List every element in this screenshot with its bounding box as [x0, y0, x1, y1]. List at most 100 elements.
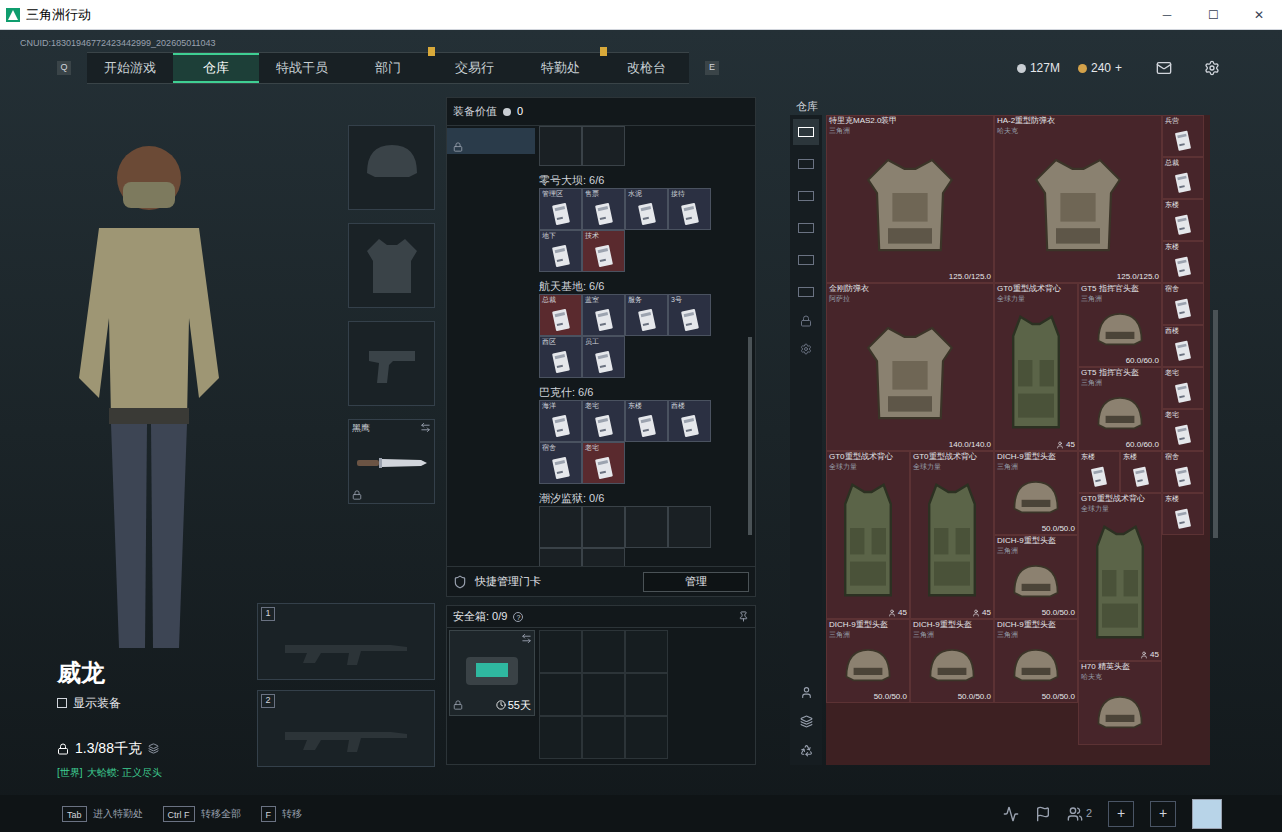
warehouse-item[interactable]: GT0重型战术背心全球力量45 — [910, 451, 994, 619]
operator-icon[interactable] — [800, 686, 813, 699]
keycard-slot[interactable]: 总裁 — [539, 294, 582, 336]
warehouse-item[interactable]: 总裁 — [1162, 157, 1204, 199]
keycard-slot[interactable]: 老宅 — [582, 442, 625, 484]
next-tab-key[interactable]: E — [705, 61, 719, 75]
warehouse-tab[interactable] — [793, 247, 819, 273]
safe-box-cell[interactable] — [539, 716, 582, 759]
nav-tab[interactable]: 部门 — [345, 53, 431, 83]
keycard-slot[interactable]: 西区 — [539, 336, 582, 378]
window-control-button[interactable]: ─ — [1144, 0, 1190, 30]
safe-box-cell[interactable] — [582, 673, 625, 716]
warehouse-item[interactable]: 东楼 — [1162, 493, 1204, 535]
keycard-slot[interactable]: 东楼 — [625, 400, 668, 442]
keycard-slot[interactable]: 服务 — [625, 294, 668, 336]
key-hint[interactable]: F转移 — [261, 806, 303, 822]
warehouse-item[interactable]: GT5 指挥官头盔三角洲60.0/60.0 — [1078, 283, 1162, 367]
warehouse-scrollbar[interactable] — [1213, 115, 1218, 765]
add-party-button[interactable]: + — [1108, 801, 1134, 827]
avatar[interactable] — [1192, 799, 1222, 829]
warehouse-item[interactable]: 老宅 — [1162, 409, 1204, 451]
help-button[interactable]: ? — [513, 612, 523, 622]
nav-tab[interactable]: 开始游戏 — [87, 53, 173, 83]
layers-icon[interactable] — [800, 715, 813, 728]
safe-box-cell[interactable] — [625, 716, 668, 759]
stats-icon[interactable] — [1003, 806, 1019, 822]
warehouse-item[interactable]: 宿舍 — [1162, 451, 1204, 493]
friends-button[interactable]: 2 — [1067, 805, 1092, 822]
warehouse-tab[interactable] — [793, 279, 819, 305]
warehouse-item[interactable]: GT0重型战术背心全球力量45 — [994, 283, 1078, 451]
warehouse-item[interactable]: DICH-9重型头盔三角洲50.0/50.0 — [994, 535, 1078, 619]
safe-box-cell[interactable] — [582, 716, 625, 759]
settings-icon[interactable] — [1204, 60, 1220, 76]
manage-button[interactable]: 管理 — [643, 572, 749, 592]
warehouse-item[interactable]: 西楼 — [1162, 325, 1204, 367]
key-category[interactable] — [447, 128, 535, 154]
keycard-slot[interactable]: 3号 — [668, 294, 711, 336]
warehouse-item[interactable]: DICH-9重型头盔三角洲50.0/50.0 — [994, 619, 1078, 703]
key-hint[interactable]: Ctrl F转移全部 — [163, 806, 241, 822]
nav-tab[interactable]: 改枪台 — [603, 53, 689, 83]
checkbox[interactable] — [57, 698, 67, 708]
empty-keycard-slot[interactable] — [582, 548, 625, 566]
warehouse-item[interactable]: HA-2重型防弹衣哈夫克125.0/125.0 — [994, 115, 1162, 283]
keycard-slot[interactable]: 员工 — [582, 336, 625, 378]
window-control-button[interactable]: ☐ — [1190, 0, 1236, 30]
swap-icon[interactable] — [420, 422, 431, 433]
safe-box-cell[interactable] — [539, 673, 582, 716]
nav-tab[interactable]: 特战干员 — [259, 53, 345, 83]
empty-keycard-slot[interactable] — [582, 506, 625, 548]
lock-icon[interactable] — [800, 315, 812, 327]
keycard-slot[interactable]: 宿舍 — [539, 442, 582, 484]
empty-keycard-slot[interactable] — [539, 548, 582, 566]
weapon-slot[interactable]: 2 — [257, 690, 435, 767]
warehouse-item[interactable]: 兵营 — [1162, 115, 1204, 157]
gear-slot[interactable] — [348, 321, 435, 406]
empty-keycard-slot[interactable] — [668, 506, 711, 548]
safe-box-cell[interactable] — [582, 630, 625, 673]
empty-keycard-slot[interactable] — [539, 506, 582, 548]
warehouse-item[interactable]: GT0重型战术背心全球力量45 — [826, 451, 910, 619]
keycard-slot[interactable]: 技术 — [582, 230, 625, 272]
keycard-slot[interactable]: 管理区 — [539, 188, 582, 230]
keycard-slot[interactable]: 海洋 — [539, 400, 582, 442]
warehouse-item[interactable]: 东楼 — [1120, 451, 1162, 493]
gear-slot[interactable] — [348, 223, 435, 308]
empty-keycard-slot[interactable] — [625, 506, 668, 548]
nav-tab[interactable]: 仓库 — [173, 53, 259, 83]
keycard-slot[interactable]: 地下 — [539, 230, 582, 272]
keycard-slot[interactable]: 老宅 — [582, 400, 625, 442]
pin-icon[interactable] — [738, 611, 749, 622]
nav-tab[interactable]: 特勤处 — [517, 53, 603, 83]
warehouse-item[interactable]: 老宅 — [1162, 367, 1204, 409]
gold-add-button[interactable]: + — [1115, 59, 1122, 77]
show-gear-toggle[interactable]: 显示装备 — [57, 694, 257, 712]
swap-icon[interactable] — [521, 633, 532, 644]
keycard-slot[interactable]: 售票 — [582, 188, 625, 230]
warehouse-tab[interactable] — [793, 215, 819, 241]
warehouse-item[interactable]: DICH-9重型头盔三角洲50.0/50.0 — [910, 619, 994, 703]
weapon-slot[interactable]: 1 — [257, 603, 435, 680]
window-control-button[interactable]: ✕ — [1236, 0, 1282, 30]
safe-box-cell[interactable] — [539, 630, 582, 673]
keycard-slot[interactable]: 蓝室 — [582, 294, 625, 336]
warehouse-item[interactable]: 东楼 — [1078, 451, 1120, 493]
warehouse-item[interactable]: 宿舍 — [1162, 283, 1204, 325]
keycard-slot[interactable]: 水泥 — [625, 188, 668, 230]
scrollbar[interactable] — [748, 126, 752, 566]
add-party-button[interactable]: + — [1150, 801, 1176, 827]
nav-tab[interactable]: 交易行 — [431, 53, 517, 83]
keycard-slot[interactable]: 接待 — [668, 188, 711, 230]
warehouse-tab[interactable] — [793, 119, 819, 145]
warehouse-item[interactable]: 东楼 — [1162, 199, 1204, 241]
keycard-slot[interactable]: 西楼 — [668, 400, 711, 442]
warehouse-item[interactable]: 特里克MAS2.0装甲三角洲125.0/125.0 — [826, 115, 994, 283]
warehouse-tab[interactable] — [793, 151, 819, 177]
safe-box-item[interactable]: 55天 — [449, 630, 535, 716]
gear-slot[interactable] — [348, 125, 435, 210]
warehouse-item[interactable]: 东楼 — [1162, 241, 1204, 283]
list-icon[interactable] — [148, 743, 159, 754]
gear-slot[interactable]: 黑鹰 — [348, 419, 435, 504]
mail-icon[interactable] — [1156, 60, 1172, 76]
warehouse-item[interactable]: H70 精英头盔哈夫克 — [1078, 661, 1162, 745]
